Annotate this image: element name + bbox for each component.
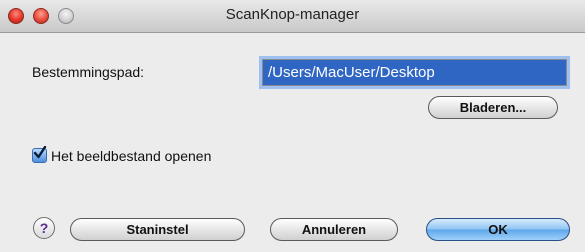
defaults-button[interactable]: Staninstel xyxy=(70,218,245,241)
ok-button[interactable]: OK xyxy=(426,218,570,241)
destination-path-input[interactable]: /Users/MacUser/Desktop xyxy=(262,59,567,86)
cancel-button[interactable]: Annuleren xyxy=(270,218,398,241)
checkmark-icon xyxy=(33,146,47,159)
title-bar: ScanKnop-manager xyxy=(0,0,585,33)
destination-path-label: Bestemmingspad: xyxy=(32,64,145,80)
help-button[interactable]: ? xyxy=(33,217,55,239)
window-title: ScanKnop-manager xyxy=(225,6,360,23)
destination-path-value: /Users/MacUser/Desktop xyxy=(268,64,435,81)
open-image-label: Het beeldbestand openen xyxy=(51,148,212,164)
browse-button[interactable]: Bladeren... xyxy=(428,96,558,119)
scanknop-manager-window: ScanKnop-manager Bestemmingspad: /Users/… xyxy=(0,0,585,252)
open-image-checkbox[interactable] xyxy=(32,146,47,163)
